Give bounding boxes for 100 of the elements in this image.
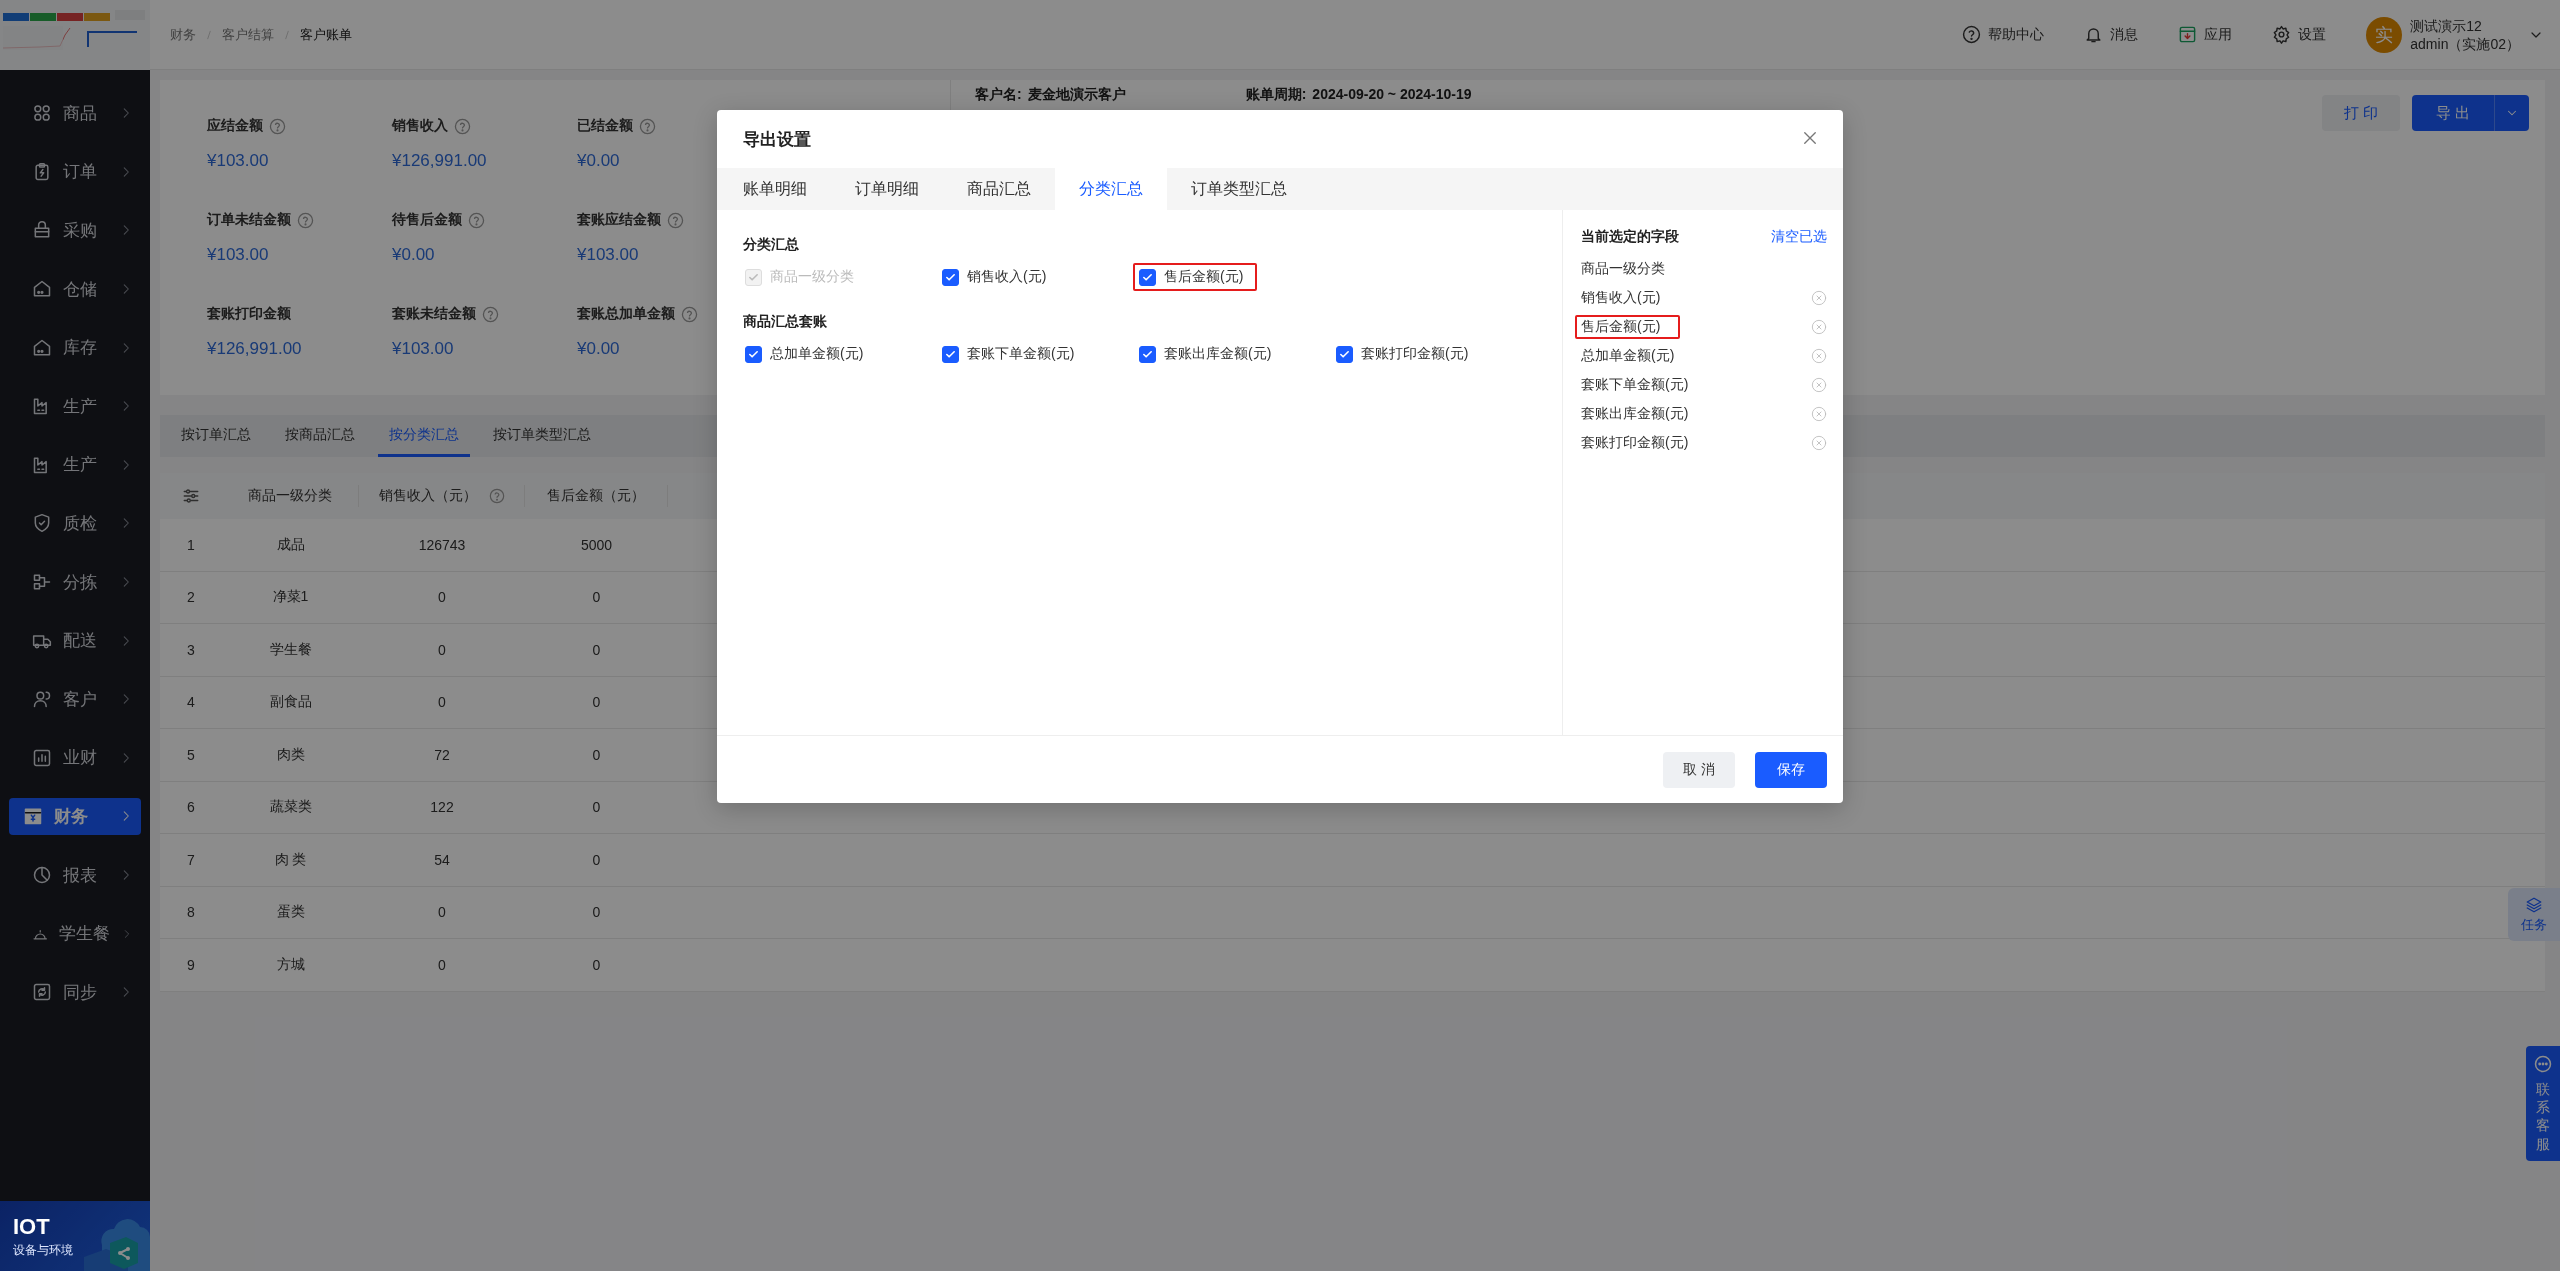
export-button[interactable]: 导 出: [2411, 95, 2495, 131]
stat-label: 已结金额: [577, 117, 633, 135]
table-cell-text: 72: [433, 746, 451, 763]
checkbox-option[interactable]: 销售收入(元): [936, 263, 1053, 291]
table-cell-text: 0: [591, 956, 602, 973]
user-account: admin（实施02）: [2410, 34, 2520, 53]
dialog-tab[interactable]: 订单类型汇总: [1167, 168, 1311, 210]
dialog-tab[interactable]: 分类汇总: [1055, 168, 1167, 210]
tab[interactable]: 按订单类型汇总: [482, 415, 602, 457]
sidebar-item[interactable]: 分拣: [9, 552, 141, 612]
highlighted-checkbox-option[interactable]: 售后金额(元): [1133, 263, 1258, 291]
dialog-tab[interactable]: 订单明细: [831, 168, 943, 210]
sidebar-item[interactable]: 生产: [9, 376, 141, 436]
table-cell-text: 方城: [275, 955, 306, 974]
field-label: 商品一级分类: [1580, 258, 1666, 278]
stat-value: ¥103.00: [392, 339, 454, 359]
tab[interactable]: 按分类汇总: [378, 415, 470, 457]
group-title: 商品汇总套账: [743, 313, 828, 331]
tab[interactable]: 按订单汇总: [170, 415, 262, 457]
stat-value: ¥103.00: [207, 245, 269, 265]
task-button[interactable]: 任务: [2508, 888, 2560, 941]
header-link[interactable]: 消息: [2110, 25, 2139, 44]
sidebar-item[interactable]: 采购: [9, 201, 141, 260]
sidebar-item[interactable]: 客户: [9, 669, 141, 729]
tab[interactable]: 按商品汇总: [274, 415, 366, 457]
print-button[interactable]: 打 印: [2321, 95, 2400, 131]
sidebar-item[interactable]: 报表: [9, 845, 141, 905]
stat-label: 销售收入: [392, 117, 448, 135]
table-cell-text: 0: [591, 746, 602, 763]
table-cell-text: 副食品: [268, 693, 313, 712]
save-button[interactable]: 保存: [1755, 751, 1827, 788]
sidebar-item[interactable]: 学生餐: [9, 904, 141, 963]
header-link[interactable]: 设置: [2298, 25, 2327, 44]
stat-label: 应结金额: [207, 117, 263, 135]
table-cell-text: 蔬菜类: [268, 798, 313, 817]
table-cell-text: 成品: [275, 535, 306, 554]
stat-value: ¥126,991.00: [392, 151, 487, 171]
info-label: 账单周期:: [1245, 86, 1307, 104]
panel-title: 当前选定的字段: [1581, 228, 1679, 246]
row-number: 5: [186, 746, 196, 763]
contact-support-button[interactable]: 联系客服: [2526, 1046, 2560, 1161]
dialog-title: 导出设置: [743, 128, 812, 151]
table-cell-text: 0: [437, 956, 447, 973]
group-title: 分类汇总: [743, 236, 800, 254]
header-link[interactable]: 帮助中心: [1988, 25, 2045, 44]
column-header: 售后金额（元）: [547, 487, 645, 505]
sidebar-item[interactable]: 商品: [9, 84, 141, 143]
user-name: 测试演示12: [2410, 16, 2483, 35]
stat-label: 套账未结金额: [392, 305, 476, 323]
column-header: 销售收入（元）: [378, 487, 477, 505]
stat-value: ¥126,991.00: [207, 339, 302, 359]
table-cell-text: 0: [591, 904, 602, 921]
sidebar-item[interactable]: 仓储: [9, 259, 141, 319]
sidebar-item[interactable]: 同步: [9, 962, 141, 1022]
row-number: 7: [186, 851, 196, 868]
table-cell-text: 蛋类: [275, 903, 306, 922]
sidebar-item[interactable]: 业财: [9, 728, 141, 788]
row-number: 6: [186, 799, 196, 816]
dialog-tab[interactable]: 商品汇总: [943, 168, 1055, 210]
stat-label: 套账打印金额: [207, 305, 291, 323]
breadcrumb-link[interactable]: 财务: [170, 25, 196, 44]
row-number: 3: [186, 641, 196, 658]
info-value: 麦金地演示客户: [1027, 86, 1126, 104]
column-header: 商品一级分类: [248, 487, 332, 505]
row-number: 4: [186, 694, 196, 711]
row-number: 9: [186, 956, 196, 973]
info-value: 2024-09-20 ~ 2024-10-19: [1312, 86, 1472, 104]
table-cell-text: 学生餐: [268, 640, 313, 659]
stat-label: 待售后金额: [392, 211, 462, 229]
header-link[interactable]: 应用: [2204, 25, 2233, 44]
stat-value: ¥103.00: [577, 245, 639, 265]
clear-selection-link[interactable]: 清空已选: [1771, 228, 1827, 246]
stat-value: ¥103.00: [207, 151, 269, 171]
checkbox-option[interactable]: 套账打印金额(元): [1330, 340, 1475, 368]
user-avatar[interactable]: 实: [2366, 16, 2403, 53]
sidebar-item[interactable]: 生产: [9, 435, 141, 495]
table-cell-text: 5000: [579, 536, 614, 553]
table-cell-text: 54: [433, 851, 451, 868]
row-number: 1: [186, 536, 196, 553]
field-label: 套账下单金额(元): [1580, 374, 1690, 394]
info-label: 客户名:: [975, 86, 1022, 104]
sidebar-item[interactable]: 财务: [9, 797, 141, 835]
table-cell-text: 0: [591, 799, 602, 816]
table-cell-text: 0: [437, 589, 447, 606]
stat-value: ¥0.00: [577, 339, 620, 359]
checkbox-option[interactable]: 总加单金额(元): [739, 340, 870, 368]
highlighted-field-label: 售后金额(元): [1575, 314, 1681, 339]
field-label: 套账出库金额(元): [1580, 403, 1690, 423]
table-cell-text: 肉 类: [273, 850, 308, 869]
iot-banner[interactable]: IOT 设备与环境: [0, 1201, 150, 1271]
breadcrumb-link[interactable]: 客户结算: [222, 25, 274, 44]
sidebar-item[interactable]: 库存: [9, 318, 141, 377]
table-cell-text: 0: [437, 641, 447, 658]
sidebar-item[interactable]: 订单: [9, 142, 141, 202]
sidebar-item[interactable]: 质检: [9, 494, 141, 553]
checkbox-option[interactable]: 套账出库金额(元): [1133, 340, 1278, 368]
cancel-button[interactable]: 取 消: [1663, 751, 1735, 788]
checkbox-option[interactable]: 套账下单金额(元): [936, 340, 1081, 368]
dialog-tab[interactable]: 账单明细: [719, 168, 831, 210]
sidebar-item[interactable]: 配送: [9, 611, 141, 670]
